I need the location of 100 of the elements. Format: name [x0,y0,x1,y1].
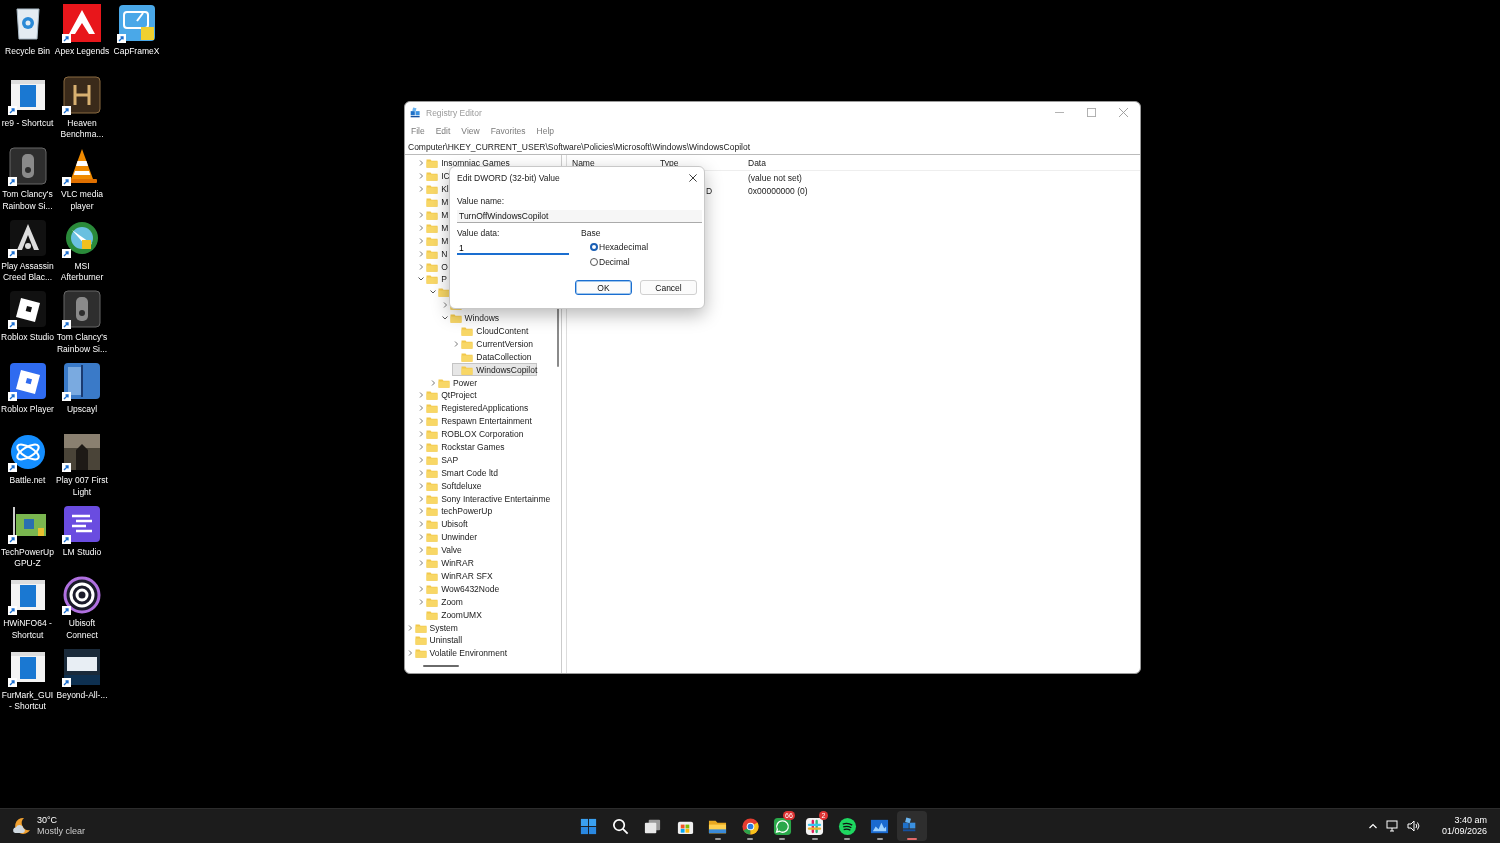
tree-item[interactable]: Uninstall [405,633,463,647]
folder-icon [437,287,450,298]
tree-item[interactable]: Insomniac Games [417,157,510,170]
address-bar[interactable]: Computer\HKEY_CURRENT_USER\Software\Policies\Microsoft\Windows\WindowsCopilot [405,139,1140,155]
folder-icon [426,558,439,569]
tree-item[interactable]: Unwinder [417,530,478,544]
tree-item[interactable]: SAP [417,453,459,467]
icon-label: FurMark_GUI - Shortcut [0,689,55,713]
tree-item[interactable]: CurrentVersion [452,337,533,351]
tree-item[interactable]: RegisteredApplications [417,401,529,415]
folder-icon [426,235,439,246]
icon-label: Battle.net [8,475,47,487]
column-header[interactable]: Data [748,157,1140,168]
menu-item[interactable]: Favorites [490,126,526,136]
cover-art-icon[interactable] [62,646,102,687]
cover-art-icon[interactable] [62,432,102,472]
tree-item[interactable]: ZoomUMX [417,608,482,622]
tree-item[interactable]: M [417,234,449,248]
icon-label: Ubisoft Connect [65,618,99,642]
icon-label: CapFrameX [112,46,161,58]
folder-icon [426,390,439,401]
scrollbar-thumb[interactable] [423,665,459,667]
menu-item[interactable]: File [411,126,425,136]
tree-item[interactable]: IC [417,169,450,183]
value-name-field[interactable]: TurnOffWindowsCopilot [457,210,702,223]
cancel-button[interactable]: Cancel [640,280,697,295]
radio-button[interactable] [590,258,598,266]
folder-icon [426,493,439,504]
tree-item[interactable]: WindowsCopilot [452,363,538,377]
chevron-logo-icon[interactable] [62,3,102,43]
tree-item[interactable]: M [417,221,449,235]
table-cell-text: 0x00000000 (0) [748,186,809,197]
icon-label: MSI Afterburner [59,260,105,284]
emblem-icon[interactable] [7,217,48,258]
folder-icon [426,454,439,465]
tree-item[interactable]: Zoom [417,595,463,609]
game-tile-icon[interactable] [62,289,102,329]
tree-item[interactable]: N [417,247,448,261]
tree-item[interactable]: System [405,621,458,634]
tree-item[interactable]: M [417,208,449,222]
lines-tile-icon[interactable] [62,503,102,544]
tree-item[interactable]: Windows [440,311,500,325]
search-icon [610,816,630,836]
icon-label: LM Studio [61,546,103,559]
tree-item[interactable]: techPowerUp [417,505,493,518]
tree-item[interactable]: Respawn Entertainment [417,414,532,428]
folder-icon [426,480,439,491]
clock[interactable]: 3:40 am 01/09/2026 [1441,814,1487,838]
radio-label[interactable]: Decimal [599,257,630,267]
tree-item[interactable]: Wow6432Node [417,582,500,596]
tree-item[interactable]: WinRAR [417,556,474,570]
tree-item[interactable]: P [417,273,447,286]
tree-item[interactable]: M [417,195,449,209]
tree-item[interactable]: O [417,260,448,273]
column-header[interactable]: Name [572,157,660,168]
folder-icon [414,635,427,646]
weather-icon[interactable] [12,816,32,836]
tree-item[interactable]: CloudContent [452,324,529,338]
menu-item[interactable]: Edit [435,126,451,136]
tree-item[interactable]: Sony Interactive Entertainme [417,492,551,506]
tree-item[interactable]: Smart Code ltd [417,466,498,480]
game-tile-icon[interactable] [62,74,102,115]
tilted-square-icon[interactable] [7,360,48,401]
start-icon [578,816,598,836]
folder-icon [461,338,474,349]
tree-item[interactable]: QtProject [417,389,477,402]
menu-item[interactable]: Help [536,126,555,136]
tree-item[interactable]: Volatile Environment [405,646,507,660]
icon-label: Tom Clancy's Rainbow Si... [1,189,54,213]
tree-item[interactable]: WinRAR SFX [417,569,493,583]
chevron-up-icon[interactable] [1367,821,1378,831]
radio-label[interactable]: Hexadecimal [599,242,649,252]
tree-item[interactable]: ROBLOX Corporation [417,427,524,441]
folder-icon [426,583,439,594]
folder-icon [426,274,439,285]
close-icon[interactable] [689,174,697,182]
folder-icon [426,261,439,272]
tree-item[interactable]: Softdeluxe [417,479,482,493]
tree-item[interactable]: DataCollection [452,350,532,364]
split-tile-icon[interactable] [62,360,102,401]
tree-item[interactable]: Kl [417,182,449,196]
value-data-field[interactable]: 1 [457,242,569,255]
tree-item[interactable]: Rockstar Games [417,440,505,454]
icon-label: VLC media player [59,189,105,213]
icon-label: HWiNFO64 - Shortcut [2,618,53,642]
game-tile-icon[interactable] [7,146,48,186]
tree-item[interactable]: Ubisoft [417,517,468,531]
radio-button[interactable] [590,243,598,251]
icon-label: Play 007 First Light [55,475,109,499]
volume-icon[interactable] [1406,820,1420,832]
tilted-square-icon[interactable] [7,289,48,329]
waves-icon [837,816,857,836]
spiral-icon[interactable] [62,575,102,615]
network-icon[interactable] [1385,820,1399,832]
chart-tile-icon[interactable] [116,3,157,43]
folder-icon [426,403,439,414]
ok-button[interactable]: OK [575,280,632,295]
tree-item[interactable]: Power [428,376,477,390]
menu-item[interactable]: View [461,126,480,136]
tree-item[interactable]: Valve [417,543,462,557]
